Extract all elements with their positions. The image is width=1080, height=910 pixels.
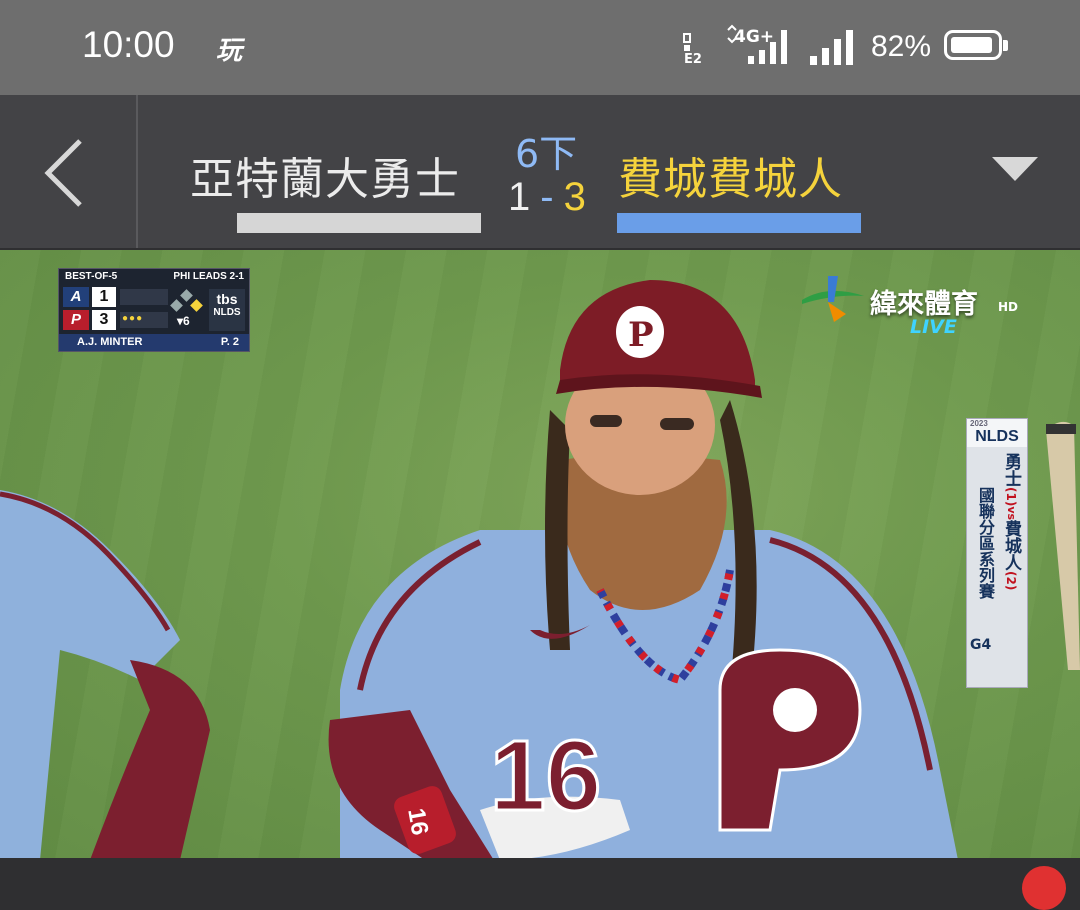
inning-indicator: 6下	[515, 132, 578, 176]
battery-fill	[951, 37, 992, 53]
scorebug-top: BEST-OF-5 PHI LEADS 2-1	[59, 269, 249, 285]
channel-hd: HD	[998, 300, 1019, 314]
home-score: 3	[563, 175, 586, 219]
back-button[interactable]	[0, 95, 138, 248]
triangle-down-icon[interactable]	[992, 157, 1038, 181]
pitcher-name: A.J. MINTER	[77, 336, 143, 348]
home-team-name[interactable]: 費城費城人	[618, 143, 843, 207]
scorebug-home-row: P 3 ●●●	[62, 310, 172, 330]
scorebug-away-blank	[120, 289, 168, 305]
svg-text:4G+: 4G+	[734, 27, 774, 47]
scorebug-inning: ▾6	[177, 314, 190, 328]
battery-icon	[944, 30, 1002, 60]
nlds-banner: 2023 NLDS 國聯分區系列賽 G4 勇士(1)vs費城人(2)	[966, 418, 1028, 688]
game-number: G4	[970, 637, 992, 653]
score-display: 1-3	[508, 175, 586, 220]
nlds-title: 2023 NLDS	[967, 419, 1027, 447]
main-player-figure: P 16 16	[328, 280, 958, 858]
chevron-left-icon	[44, 139, 82, 207]
score-separator: -	[540, 175, 554, 219]
live-indicator: LIVE	[910, 316, 957, 338]
svg-text:P: P	[628, 315, 654, 355]
away-score: 1	[508, 175, 531, 219]
status-bar: 10:00 玩 E2 4G+ 82%	[0, 0, 1080, 95]
svg-text:E2: E2	[684, 52, 702, 66]
series-status: PHI LEADS 2-1	[173, 271, 244, 282]
red-dot-indicator	[1022, 866, 1066, 910]
series-name: 國聯分區系列賽	[976, 487, 995, 599]
mobile-signal-4g-icon: 4G+	[727, 24, 787, 64]
videoland-sports-logo-icon	[802, 276, 864, 322]
jersey-number: 16	[490, 720, 601, 832]
bottom-bar	[0, 858, 1080, 880]
bat-figure	[1046, 421, 1080, 670]
hd-voice-icon: E2	[683, 33, 702, 66]
left-player-figure	[0, 490, 210, 858]
series-format: BEST-OF-5	[65, 271, 118, 282]
wristband-number: 16	[402, 806, 433, 837]
channel-logo: 緯來體育 HD LIVE	[798, 274, 1038, 344]
away-team-indicator	[237, 213, 481, 233]
pitcher-bar: A.J. MINTER P. 2	[59, 334, 249, 351]
away-runs: 1	[92, 287, 116, 307]
outs-indicator: ●●●	[122, 313, 144, 324]
away-team-name[interactable]: 亞特蘭大勇士	[190, 143, 460, 207]
app-notification-icon: 玩	[216, 36, 243, 66]
battery-tip	[1003, 40, 1008, 51]
scorebug-away-row: A 1	[62, 287, 172, 307]
video-player[interactable]: P 16 16 BEST-OF-5 PHI LEADS 2-1 A 1 P 3	[0, 250, 1080, 858]
braves-logo: A	[63, 287, 89, 307]
scorebug: BEST-OF-5 PHI LEADS 2-1 A 1 P 3 ●●● ▾6 t…	[58, 268, 250, 352]
tbs-logo: tbs NLDS	[209, 289, 245, 331]
battery-percent: 82%	[871, 30, 932, 63]
matchup-text: 勇士(1)vs費城人(2)	[1001, 453, 1021, 591]
home-team-indicator	[617, 213, 861, 233]
pitch-count: P. 2	[220, 336, 239, 348]
signal-strength-icon	[810, 30, 853, 65]
base-diamond-icon	[170, 289, 203, 312]
phillies-logo: P	[63, 310, 89, 330]
game-score-header: 亞特蘭大勇士 6下 1-3 費城費城人	[0, 95, 1080, 248]
home-runs: 3	[92, 310, 116, 330]
status-time: 10:00	[82, 24, 175, 65]
